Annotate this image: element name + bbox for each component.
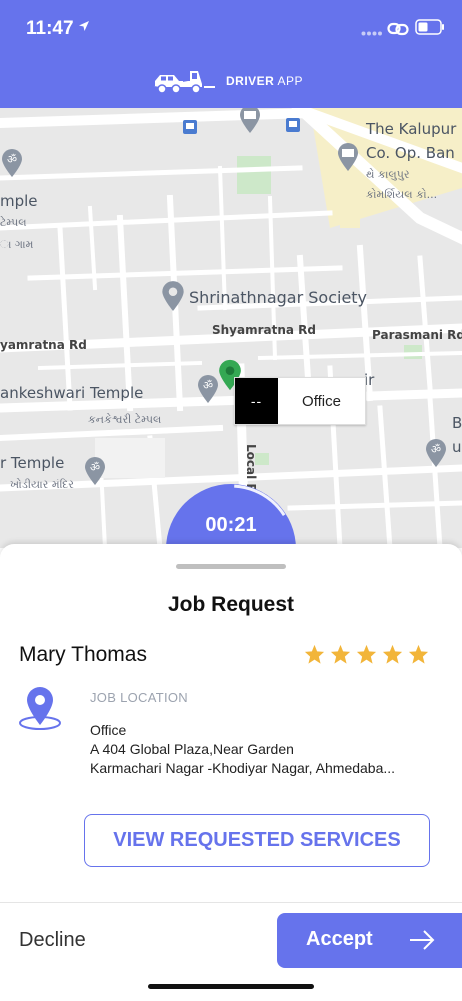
star-icon xyxy=(356,644,377,664)
home-indicator xyxy=(148,984,314,989)
svg-text:ॐ: ॐ xyxy=(203,379,213,392)
svg-text:ॐ: ॐ xyxy=(90,461,100,474)
app-header: 11:47 DRIVER APP xyxy=(0,0,462,108)
star-icon xyxy=(330,644,351,664)
marker-label: Office xyxy=(302,392,341,410)
bank-pin-icon xyxy=(338,143,358,171)
arrow-right-icon xyxy=(410,930,435,950)
link-icon xyxy=(387,22,409,36)
place-pin-icon xyxy=(162,281,184,311)
marker-code: -- xyxy=(235,378,278,424)
svg-text:ॐ: ॐ xyxy=(431,443,441,456)
sheet-title: Job Request xyxy=(167,593,295,616)
map-label: r Temple xyxy=(0,454,65,472)
bus-stop-icon xyxy=(183,120,197,134)
destination-info-window[interactable]: -- Office xyxy=(234,377,366,425)
map-label: B xyxy=(452,414,462,432)
temple-pin-icon-3: ॐ xyxy=(85,457,105,485)
map-label: થે કાલુપુર xyxy=(366,168,410,181)
map-label: yamratna Rd xyxy=(0,338,87,352)
map-label: ખોડીયાર મંદિર xyxy=(10,478,74,491)
map-label: ટેમ્પલ xyxy=(0,216,27,229)
accept-button[interactable]: Accept xyxy=(277,913,462,968)
map-label: u xyxy=(452,438,462,456)
park-area xyxy=(237,156,271,194)
decline-button[interactable]: Decline xyxy=(19,929,86,952)
map-label: mple xyxy=(0,192,38,210)
brand-logo: DRIVER APP xyxy=(152,66,303,96)
view-requested-services-button[interactable]: VIEW REQUESTED SERVICES xyxy=(84,814,430,867)
address-line-1: Office xyxy=(90,722,127,738)
map-label: કનકેશ્વરી ટેમ્પલ xyxy=(88,413,162,426)
star-icon xyxy=(304,644,325,664)
map-label: Parasmani Rd xyxy=(372,328,462,342)
timer-value: 00:21 xyxy=(205,514,257,536)
job-location-label: JOB LOCATION xyxy=(90,690,188,705)
temple-pin-icon-4: ॐ xyxy=(426,439,446,467)
address-line-2: A 404 Global Plaza,Near Garden xyxy=(90,741,294,757)
location-arrow-icon xyxy=(79,21,89,31)
star-icon xyxy=(382,644,403,664)
star-icon xyxy=(408,644,429,664)
drag-handle[interactable] xyxy=(176,564,286,569)
map-label: કોમર્શિયલ કો... xyxy=(366,188,438,201)
battery-icon xyxy=(415,19,444,35)
address-line-3: Karmachari Nagar -Khodiyar Nagar, Ahmeda… xyxy=(90,760,396,776)
map-label: ા ગામ xyxy=(0,238,34,251)
bus-stop-icon-2 xyxy=(286,118,300,132)
svg-text:ॐ: ॐ xyxy=(7,153,17,166)
accept-label: Accept xyxy=(306,928,373,950)
status-time: 11:47 xyxy=(26,18,74,39)
brand-text: DRIVER APP xyxy=(226,74,304,88)
status-bar: 11:47 xyxy=(0,0,462,56)
map-label: ankeshwari Temple xyxy=(0,384,144,402)
map-label: The Kalupur xyxy=(366,120,457,138)
customer-rating xyxy=(304,644,429,664)
location-pin-icon xyxy=(19,687,61,730)
post-office-pin-icon xyxy=(240,108,260,133)
customer-name: Mary Thomas xyxy=(19,643,147,666)
map-label: Shyamratna Rd xyxy=(212,323,317,337)
temple-pin-icon: ॐ xyxy=(2,149,22,177)
map-label: Co. Op. Ban xyxy=(366,144,455,162)
signal-icon xyxy=(361,31,382,36)
tow-truck-icon xyxy=(154,71,215,94)
map-label: Shrinathnagar Society xyxy=(189,288,368,307)
